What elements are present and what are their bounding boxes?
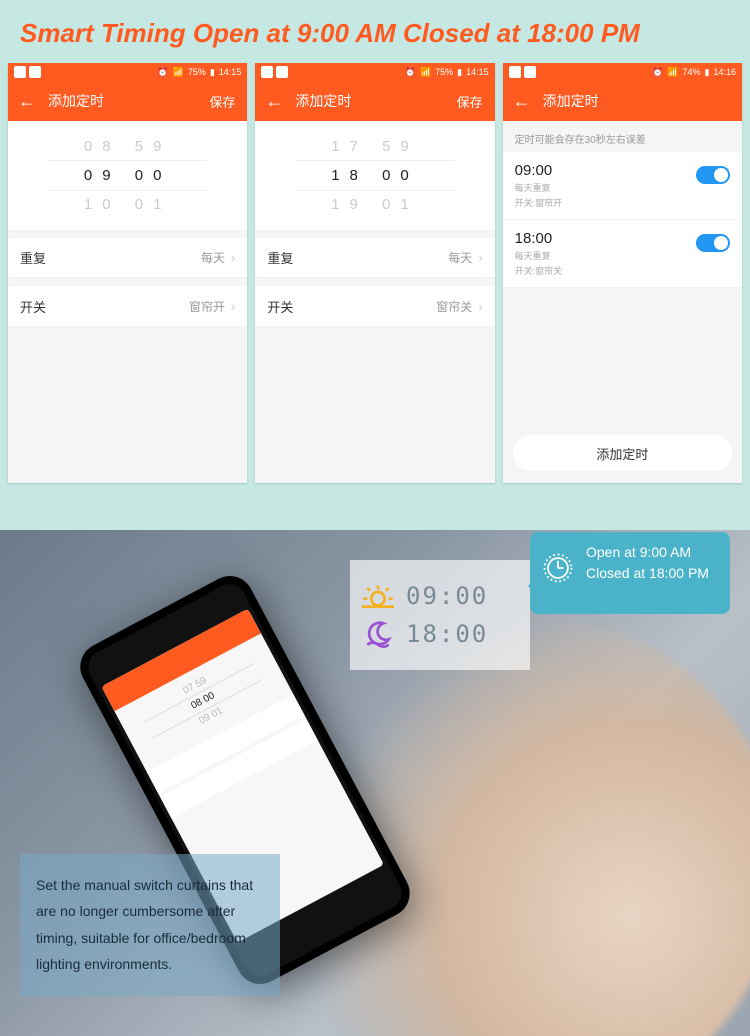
add-timer-button[interactable]: 添加定时 (513, 435, 732, 471)
open-time: 09:00 (406, 582, 488, 610)
top-bar: ← 添加定时 保存 (8, 81, 247, 121)
hero-image: 07 59 08 00 09 01 09:00 18:00 (0, 530, 750, 1036)
clock-time: 14:15 (466, 67, 489, 77)
speech-line-1: Open at 9:00 AM (586, 542, 720, 563)
wifi-icon: 📶 (667, 67, 678, 78)
status-bar: ⏰ 📶 75% ▮ 14:15 (255, 63, 494, 81)
schedule-toggle[interactable] (696, 166, 730, 184)
chevron-right-icon: › (231, 299, 235, 314)
picker-prev: 17 59 (255, 135, 494, 158)
close-time: 18:00 (406, 620, 488, 648)
save-button[interactable]: 保存 (209, 92, 235, 111)
repeat-label: 重复 (267, 248, 293, 267)
back-icon[interactable]: ← (265, 91, 283, 112)
clock-icon (540, 550, 576, 586)
schedule-action: 开关:窗帘关 (515, 264, 730, 277)
schedule-repeat: 每天重复 (515, 181, 730, 194)
repeat-value: 每天 (448, 249, 472, 266)
switch-value: 窗帘关 (436, 298, 472, 315)
battery-level: 74% (682, 67, 700, 77)
chevron-right-icon: › (231, 250, 235, 265)
delay-note: 定时可能会存在30秒左右误差 (503, 121, 742, 152)
repeat-row[interactable]: 重复 每天 › (8, 238, 247, 278)
switch-label: 开关 (20, 297, 46, 316)
alarm-icon: ⏰ (157, 67, 168, 78)
repeat-row[interactable]: 重复 每天 › (255, 238, 494, 278)
switch-label: 开关 (267, 297, 293, 316)
alarm-icon: ⏰ (652, 67, 663, 78)
wifi-icon: 📶 (173, 67, 184, 78)
battery-icon: ▮ (210, 67, 215, 78)
schedule-toggle[interactable] (696, 234, 730, 252)
speech-bubble: Open at 9:00 AM Closed at 18:00 PM (530, 532, 730, 614)
battery-icon: ▮ (705, 67, 710, 78)
page-title: 添加定时 (48, 91, 104, 111)
save-button[interactable]: 保存 (457, 92, 483, 111)
page-title: 添加定时 (295, 91, 351, 111)
repeat-label: 重复 (20, 248, 46, 267)
top-bar: ← 添加定时 (503, 81, 742, 121)
picker-prev: 08 59 (8, 135, 247, 158)
description-box: Set the manual switch curtains that are … (20, 854, 280, 996)
switch-value: 窗帘开 (189, 298, 225, 315)
schedule-repeat: 每天重复 (515, 249, 730, 262)
status-bar: ⏰ 📶 74% ▮ 14:16 (503, 63, 742, 81)
time-picker[interactable]: 17 59 18 00 19 01 (255, 121, 494, 230)
clock-time: 14:15 (219, 67, 242, 77)
chevron-right-icon: › (478, 299, 482, 314)
battery-icon: ▮ (457, 67, 462, 78)
phones-row: ⏰ 📶 75% ▮ 14:15 ← 添加定时 保存 08 59 09 00 10… (0, 63, 750, 483)
speech-line-2: Closed at 18:00 PM (586, 563, 720, 584)
wifi-icon: 📶 (420, 67, 431, 78)
back-icon[interactable]: ← (513, 91, 531, 112)
schedule-action: 开关:窗帘开 (515, 196, 730, 209)
top-bar: ← 添加定时 保存 (255, 81, 494, 121)
phone-screen-1: ⏰ 📶 75% ▮ 14:15 ← 添加定时 保存 08 59 09 00 10… (8, 63, 247, 483)
page-title: 添加定时 (543, 91, 599, 111)
time-overlay-card: 09:00 18:00 (350, 560, 530, 670)
picker-selected: 09 00 (48, 160, 207, 191)
picker-selected: 18 00 (295, 160, 454, 191)
switch-row[interactable]: 开关 窗帘关 › (255, 286, 494, 326)
alarm-icon: ⏰ (405, 67, 416, 78)
headline: Smart Timing Open at 9:00 AM Closed at 1… (0, 0, 750, 63)
status-bar: ⏰ 📶 75% ▮ 14:15 (8, 63, 247, 81)
picker-next: 19 01 (255, 193, 494, 216)
switch-row[interactable]: 开关 窗帘开 › (8, 286, 247, 326)
battery-level: 75% (435, 67, 453, 77)
phone-screen-3: ⏰ 📶 74% ▮ 14:16 ← 添加定时 定时可能会存在30秒左右误差 09… (503, 63, 742, 483)
phone-screen-2: ⏰ 📶 75% ▮ 14:15 ← 添加定时 保存 17 59 18 00 19… (255, 63, 494, 483)
schedule-item[interactable]: 18:00 每天重复 开关:窗帘关 (503, 220, 742, 288)
schedule-item[interactable]: 09:00 每天重复 开关:窗帘开 (503, 152, 742, 220)
battery-level: 75% (188, 67, 206, 77)
time-picker[interactable]: 08 59 09 00 10 01 (8, 121, 247, 230)
picker-next: 10 01 (8, 193, 247, 216)
moon-icon (362, 618, 394, 650)
sun-icon (362, 580, 394, 612)
chevron-right-icon: › (478, 250, 482, 265)
repeat-value: 每天 (201, 249, 225, 266)
back-icon[interactable]: ← (18, 91, 36, 112)
clock-time: 14:16 (713, 67, 736, 77)
